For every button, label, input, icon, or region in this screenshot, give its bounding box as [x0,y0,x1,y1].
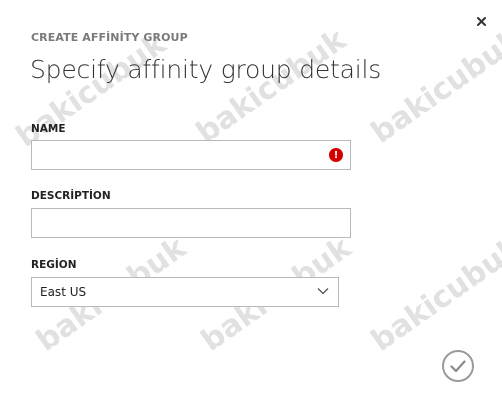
watermark: bakicubuk [10,26,173,155]
region-selected-value: East US [40,285,87,299]
page-title: Specify affinity group details [30,55,382,84]
error-icon: ! [329,148,343,162]
name-field-wrapper: ! [31,140,351,170]
region-select[interactable]: East US [31,277,339,307]
checkmark-icon [450,359,466,372]
dialog-eyebrow: CREATE AFFİNİTY GROUP [31,31,188,44]
watermark: bakicubuk [365,22,502,151]
name-label: NAME [31,123,66,135]
create-affinity-group-dialog: bakicubuk bakicubuk bakicubuk bakicubuk … [0,0,502,409]
description-field-wrapper [31,208,351,238]
description-input[interactable] [32,209,350,237]
close-button[interactable] [473,13,489,29]
close-icon [476,16,486,26]
chevron-down-icon [317,288,329,295]
region-label: REGİON [31,259,77,271]
complete-button[interactable] [442,350,474,382]
watermark: bakicubuk [365,230,502,359]
description-label: DESCRİPTİON [31,190,111,202]
watermark: bakicubuk [190,22,353,151]
name-input[interactable] [32,141,350,169]
